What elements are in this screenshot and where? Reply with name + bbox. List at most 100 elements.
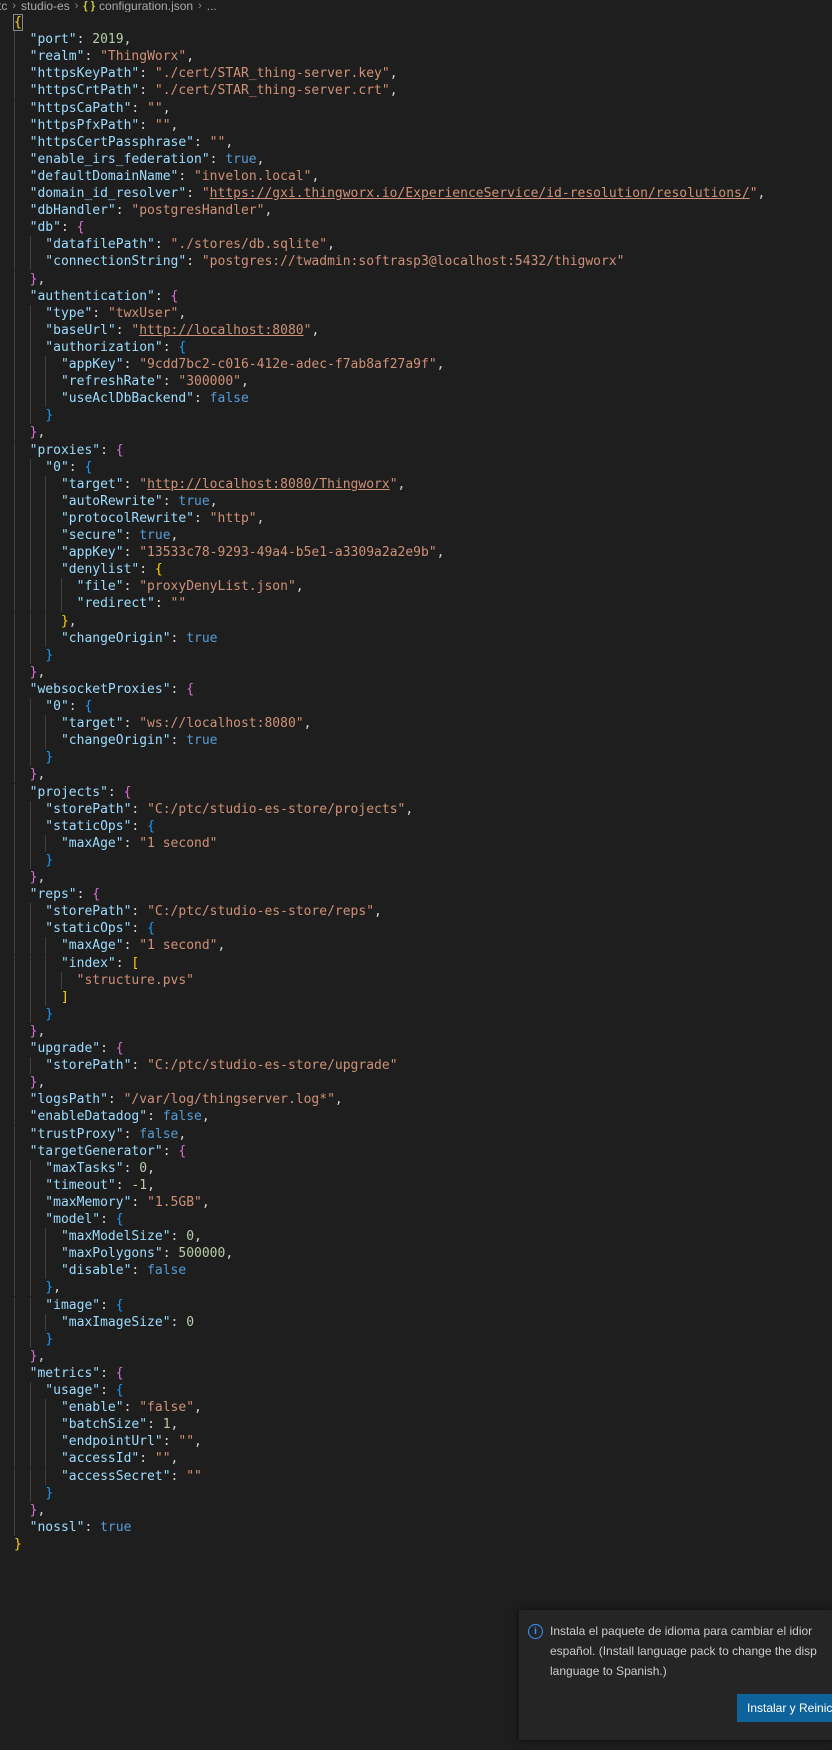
code-line[interactable]: "storePath": "C:/ptc/studio-es-store/rep… [0,903,832,921]
code-line[interactable]: }, [0,766,832,784]
code-line[interactable]: "batchSize": 1, [0,1416,832,1434]
code-line[interactable]: "authentication": { [0,287,832,305]
code-line[interactable]: ] [0,988,832,1006]
code-line[interactable]: "maxMemory": "1.5GB", [0,1193,832,1211]
breadcrumb-item-studio-es[interactable]: studio-es [21,0,70,12]
code-line[interactable]: "0": { [0,698,832,716]
code-line[interactable]: "datafilePath": "./stores/db.sqlite", [0,236,832,254]
code-line[interactable]: }, [0,270,832,288]
code-line[interactable]: "structure.pvs" [0,971,832,989]
code-line[interactable]: "file": "proxyDenyList.json", [0,578,832,596]
install-and-restart-button[interactable]: Instalar y Reinic [737,1694,832,1722]
code-line[interactable]: }, [0,1074,832,1092]
code-line[interactable]: "proxies": { [0,441,832,459]
code-line[interactable]: } [0,1484,832,1502]
code-line[interactable]: "maxImageSize": 0 [0,1313,832,1331]
code-token: , [37,271,46,287]
code-line[interactable]: "target": "ws://localhost:8080", [0,715,832,733]
code-line[interactable]: } [0,646,832,664]
code-line[interactable]: "accessId": "", [0,1450,832,1468]
code-line[interactable]: "websocketProxies": { [0,680,832,698]
code-line[interactable]: "protocolRewrite": "http", [0,509,832,527]
code-line[interactable]: "enable_irs_federation": true, [0,150,832,168]
code-line[interactable]: }, [0,1501,832,1519]
code-line[interactable]: "connectionString": "postgres://twadmin:… [0,253,832,271]
code-line[interactable]: "target": "http://localhost:8080/Thingwo… [0,475,832,493]
code-line[interactable]: "timeout": -1, [0,1176,832,1194]
code-line[interactable]: "appKey": "13533c78-9293-49a4-b5e1-a3309… [0,544,832,562]
code-line[interactable]: "changeOrigin": true [0,732,832,750]
breadcrumb-item-file[interactable]: configuration.json [99,0,193,12]
code-line[interactable]: "usage": { [0,1382,832,1400]
code-line[interactable]: "domain_id_resolver": "https://gxi.thing… [0,185,832,203]
code-line[interactable]: "httpsCrtPath": "./cert/STAR_thing-serve… [0,82,832,100]
code-line[interactable]: }, [0,424,832,442]
code-line[interactable]: { [0,14,832,31]
code-line[interactable]: "image": { [0,1296,832,1314]
code-line[interactable]: "httpsKeyPath": "./cert/STAR_thing-serve… [0,65,832,83]
code-line[interactable]: "logsPath": "/var/log/thingserver.log*", [0,1091,832,1109]
code-line[interactable]: } [0,749,832,767]
code-line[interactable]: }, [0,663,832,681]
code-line[interactable]: "defaultDomainName": "invelon.local", [0,167,832,185]
code-line[interactable]: "realm": "ThingWorx", [0,48,832,66]
code-line[interactable]: }, [0,1279,832,1297]
code-line[interactable]: "nossl": true [0,1518,832,1536]
code-editor[interactable]: { "port": 2019, "realm": "ThingWorx", "h… [0,14,832,1750]
code-line[interactable]: "denylist": { [0,561,832,579]
code-line[interactable]: "changeOrigin": true [0,629,832,647]
code-line[interactable]: "maxAge": "1 second", [0,937,832,955]
code-line[interactable]: "httpsCertPassphrase": "", [0,133,832,151]
code-line[interactable]: "enableDatadog": false, [0,1108,832,1126]
code-line[interactable]: "baseUrl": "http://localhost:8080", [0,321,832,339]
code-line[interactable]: "port": 2019, [0,31,832,49]
code-line[interactable]: "maxTasks": 0, [0,1159,832,1177]
code-line[interactable]: "projects": { [0,783,832,801]
code-line[interactable]: } [0,1536,832,1553]
code-line[interactable]: "metrics": { [0,1364,832,1382]
code-line[interactable]: } [0,1330,832,1348]
code-line[interactable]: } [0,1005,832,1023]
code-line[interactable]: "authorization": { [0,338,832,356]
code-line[interactable]: "dbHandler": "postgresHandler", [0,202,832,220]
code-line[interactable]: "httpsCaPath": "", [0,99,832,117]
code-line[interactable]: }, [0,869,832,887]
code-line[interactable]: "appKey": "9cdd7bc2-c016-412e-adec-f7ab8… [0,356,832,374]
code-line[interactable]: "0": { [0,458,832,476]
code-line[interactable]: "maxModelSize": 0, [0,1228,832,1246]
code-line[interactable]: "type": "twxUser", [0,304,832,322]
code-line[interactable]: "index": [ [0,954,832,972]
breadcrumb-item-symbol[interactable]: ... [207,0,217,12]
code-token: "" [147,100,163,116]
code-line[interactable]: "reps": { [0,886,832,904]
code-line[interactable]: "staticOps": { [0,920,832,938]
code-line[interactable]: "useAclDbBackend": false [0,390,832,408]
code-line[interactable]: "accessSecret": "" [0,1467,832,1485]
code-line[interactable]: "maxPolygons": 500000, [0,1245,832,1263]
code-line[interactable]: "staticOps": { [0,817,832,835]
code-line[interactable]: "enable": "false", [0,1399,832,1417]
code-line[interactable]: "disable": false [0,1262,832,1280]
breadcrumb-item-folder[interactable]: tc [0,0,7,12]
code-line[interactable]: } [0,851,832,869]
code-line[interactable]: "upgrade": { [0,1040,832,1058]
code-line[interactable]: "trustProxy": false, [0,1125,832,1143]
code-line[interactable]: "model": { [0,1211,832,1229]
code-line[interactable]: "refreshRate": "300000", [0,373,832,391]
code-line[interactable]: }, [0,612,832,630]
code-line[interactable]: "targetGenerator": { [0,1142,832,1160]
code-line[interactable]: "db": { [0,219,832,237]
code-line[interactable]: "autoRewrite": true, [0,492,832,510]
code-line[interactable]: "maxAge": "1 second" [0,834,832,852]
code-line[interactable]: } [0,407,832,425]
code-line[interactable]: "redirect": "" [0,595,832,613]
code-line[interactable]: "endpointUrl": "", [0,1433,832,1451]
code-line[interactable]: }, [0,1347,832,1365]
code-line[interactable]: "secure": true, [0,527,832,545]
code-token: , [374,904,382,920]
code-line[interactable]: "storePath": "C:/ptc/studio-es-store/upg… [0,1057,832,1075]
code-line[interactable]: }, [0,1022,832,1040]
code-line[interactable]: "httpsPfxPath": "", [0,116,832,134]
code-line[interactable]: "storePath": "C:/ptc/studio-es-store/pro… [0,800,832,818]
